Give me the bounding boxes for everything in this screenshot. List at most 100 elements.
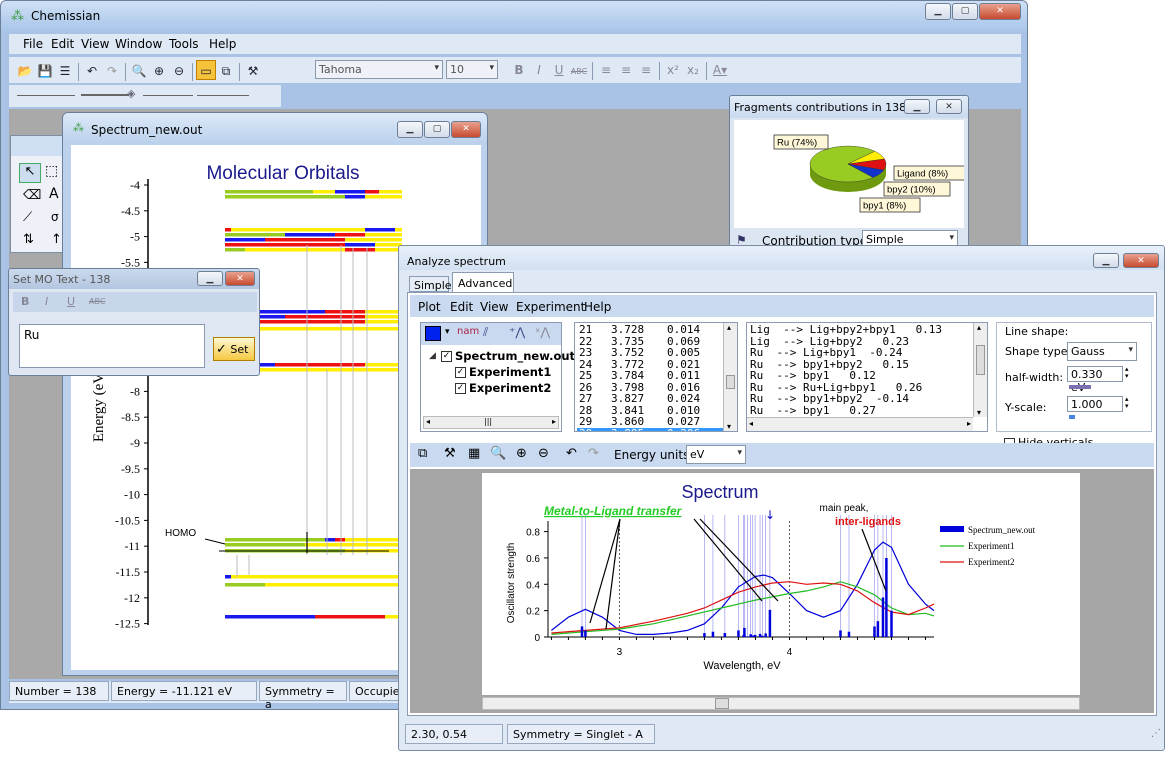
lines-list[interactable]: 21 3.728 0.014 22 3.735 0.069 23 3.752 0.005 24 3.… xyxy=(574,322,738,432)
orbital-bar[interactable] xyxy=(345,248,375,252)
font-name-select[interactable]: Tahoma xyxy=(315,60,443,79)
orbital-bar[interactable] xyxy=(365,363,402,367)
open-icon[interactable]: 📂 xyxy=(15,61,35,81)
line-row[interactable]: 25 3.784 0.011 xyxy=(577,370,725,382)
orbital-bar[interactable] xyxy=(365,228,395,232)
set-button[interactable]: ✓ Set xyxy=(213,337,255,361)
line-row[interactable]: 21 3.728 0.014 xyxy=(577,324,725,336)
orbital-bar[interactable] xyxy=(325,310,365,314)
orbital-bar[interactable] xyxy=(335,538,345,542)
orbital-bar[interactable] xyxy=(225,615,315,619)
orbital-bar[interactable] xyxy=(225,248,245,252)
mo-maximize-button[interactable]: ▢ xyxy=(424,121,450,138)
orbital-bar[interactable] xyxy=(225,195,345,199)
menu-help[interactable]: Help xyxy=(209,37,236,51)
mo-minimize-button[interactable]: ▁ xyxy=(397,121,423,138)
tree-experiment1[interactable]: Experiment1 xyxy=(469,365,551,379)
fragments-close-button[interactable]: ✕ xyxy=(936,99,962,114)
tree-hscrollbar[interactable]: ◂ ||| ▸ xyxy=(423,416,559,429)
orbital-bar[interactable] xyxy=(365,315,402,319)
orbital-bar[interactable] xyxy=(245,248,345,252)
tree-root-label[interactable]: Spectrum_new.out xyxy=(455,349,575,363)
name-tool-icon[interactable]: nam xyxy=(457,326,479,337)
fragments-minimize-button[interactable]: ▁ xyxy=(904,99,930,114)
set-mo-close-button[interactable]: ✕ xyxy=(225,271,255,286)
menu-window[interactable]: Window xyxy=(115,37,162,51)
orbital-bar[interactable] xyxy=(275,363,365,367)
redo-icon[interactable]: ↷ xyxy=(102,61,122,81)
yscale-spinner[interactable]: ▴ ▾ xyxy=(1125,396,1129,410)
double-arrow-icon[interactable]: ⇅ xyxy=(23,232,34,247)
save-icon[interactable]: 💾 xyxy=(35,61,55,81)
orbital-bar[interactable] xyxy=(231,228,365,232)
zoom-100-icon[interactable]: 🔍 xyxy=(129,61,149,81)
orbital-bar[interactable] xyxy=(225,190,313,194)
plot-hscrollbar[interactable] xyxy=(482,697,1080,710)
eraser-icon[interactable]: ⌫ xyxy=(23,188,41,203)
yscale-input[interactable]: 1.000 xyxy=(1067,396,1123,412)
line-row[interactable]: 23 3.752 0.005 xyxy=(577,347,725,359)
font-size-select[interactable]: 10 xyxy=(446,60,498,79)
line-row[interactable]: 24 3.772 0.021 xyxy=(577,358,725,371)
remove-peak-icon[interactable]: ˣ⋀ xyxy=(535,325,550,339)
copy-plot-icon[interactable]: ⧉ xyxy=(418,446,427,461)
orbital-bar[interactable] xyxy=(255,368,402,372)
orbital-bar[interactable] xyxy=(365,233,402,237)
line-row[interactable]: 26 3.798 0.016 xyxy=(577,381,725,394)
strike-button[interactable]: ABC xyxy=(569,62,589,82)
orbital-bar[interactable] xyxy=(345,195,365,199)
transition-row[interactable]: Ru --> bpy1 0.12 xyxy=(750,370,942,382)
shape-type-select[interactable]: Gauss xyxy=(1067,342,1137,361)
transition-row[interactable]: Lig --> Lig+bpy2+bpy1 0.13 xyxy=(750,324,942,336)
transitions-list[interactable]: Lig --> Lig+bpy2+bpy1 0.13 Lig --> Lig+bp… xyxy=(746,322,988,432)
orbital-bar[interactable] xyxy=(225,243,345,247)
orbital-bar[interactable] xyxy=(231,575,402,579)
tree-icon[interactable]: ☰ xyxy=(55,61,75,81)
orbital-bar[interactable] xyxy=(365,190,379,194)
align-right-icon[interactable]: ≡ xyxy=(636,60,656,80)
align-left-icon[interactable]: ≡ xyxy=(596,60,616,80)
orbital-bar[interactable] xyxy=(345,238,402,242)
line-tool-icon[interactable]: ⟋ xyxy=(23,210,32,225)
orbital-bar[interactable] xyxy=(335,233,365,237)
orbital-bar[interactable] xyxy=(345,243,375,247)
color-dropdown-icon[interactable]: ▾ xyxy=(445,327,450,337)
set-mo-minimize-button[interactable]: ▁ xyxy=(197,271,223,286)
orbital-bar[interactable] xyxy=(225,233,285,237)
menu-view[interactable]: View xyxy=(81,37,109,51)
orbital-bar[interactable] xyxy=(313,190,335,194)
orbital-bar[interactable] xyxy=(379,190,402,194)
plot-zoom-in-icon[interactable]: ⊕ xyxy=(516,446,527,461)
color-swatch-button[interactable] xyxy=(425,326,441,341)
menu-help-analyze[interactable]: Help xyxy=(584,300,611,314)
maximize-button[interactable]: ▢ xyxy=(952,3,978,20)
experiment1-checkbox[interactable]: ✓ xyxy=(455,365,469,378)
root-checkbox[interactable]: ✓ xyxy=(441,349,455,362)
zoom-in-icon[interactable]: ⊕ xyxy=(149,61,169,81)
undo-icon[interactable]: ↶ xyxy=(82,61,102,81)
lines-tool-icon[interactable]: ⫽ xyxy=(483,325,488,340)
close-button[interactable]: ✕ xyxy=(979,3,1021,20)
line-width-select[interactable] xyxy=(81,88,129,96)
set-mo-bold[interactable]: B xyxy=(21,295,29,308)
experiment2-checkbox[interactable]: ✓ xyxy=(455,381,469,394)
tab-simple[interactable]: Simple xyxy=(409,276,452,292)
orbital-bar[interactable] xyxy=(225,538,325,542)
italic-button[interactable]: I xyxy=(529,60,549,80)
line-row[interactable]: 303.8850.206 xyxy=(577,427,725,431)
transition-row[interactable]: Ru --> Lig+bpy1 -0.24 xyxy=(750,347,942,359)
minimize-button[interactable]: ▁ xyxy=(925,3,951,20)
transition-row[interactable]: Ru --> bpy1 0.27 xyxy=(750,404,942,417)
orbital-bar[interactable] xyxy=(265,238,345,242)
halfwidth-slider[interactable] xyxy=(1069,385,1091,389)
set-mo-italic[interactable]: I xyxy=(45,295,48,308)
line-row[interactable]: 27 3.827 0.024 xyxy=(577,393,725,405)
set-mo-underline[interactable]: U xyxy=(67,295,75,308)
yscale-slider[interactable] xyxy=(1069,415,1075,419)
menu-plot[interactable]: Plot xyxy=(418,300,441,314)
grid-icon[interactable]: ▦ xyxy=(468,446,480,461)
transitions-vscrollbar[interactable]: ▴ ▾ xyxy=(973,323,987,417)
orbital-bar[interactable] xyxy=(285,233,335,237)
resize-grip-icon[interactable]: ⋰ xyxy=(1151,728,1161,739)
mo-close-button[interactable]: ✕ xyxy=(451,121,481,138)
